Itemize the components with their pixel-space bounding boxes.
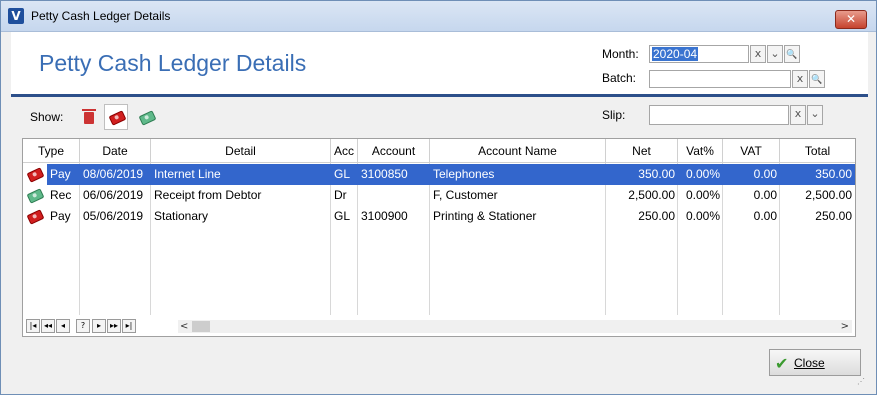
month-search-button[interactable]: 🔍 bbox=[784, 45, 800, 63]
total-cell: 2,500.00 bbox=[805, 188, 852, 202]
green-note-icon bbox=[23, 185, 47, 206]
account-cell: 3100850 bbox=[358, 164, 430, 185]
column-header-net[interactable]: Net bbox=[606, 139, 678, 163]
window-title: Petty Cash Ledger Details bbox=[31, 9, 171, 23]
batch-label: Batch: bbox=[602, 71, 637, 85]
batch-clear-button[interactable]: x bbox=[792, 70, 808, 88]
detail-cell: Receipt from Debtor bbox=[154, 188, 262, 202]
show-receipts-toggle[interactable] bbox=[134, 104, 158, 130]
dialog-window: V Petty Cash Ledger Details ✕ Petty Cash… bbox=[0, 0, 877, 395]
month-value: 2020-04 bbox=[652, 47, 699, 61]
app-logo-icon: V bbox=[8, 8, 24, 24]
detail-cell: Internet Line bbox=[151, 164, 331, 185]
column-header-vat-pct[interactable]: Vat% bbox=[678, 139, 723, 163]
account-cell: 3100900 bbox=[361, 209, 408, 223]
slip-input[interactable] bbox=[649, 105, 789, 125]
acc-cell: GL bbox=[331, 164, 358, 185]
column-header-acc[interactable]: Acc bbox=[331, 139, 358, 163]
slip-label: Slip: bbox=[602, 108, 626, 122]
month-dropdown-button[interactable]: ⌄ bbox=[767, 45, 783, 63]
column-header-type[interactable]: Type bbox=[23, 139, 80, 163]
next-record-button[interactable]: ▸ bbox=[92, 319, 106, 333]
month-input[interactable]: 2020-04 bbox=[649, 45, 749, 63]
account-name-cell: Printing & Stationer bbox=[433, 209, 537, 223]
account-name-cell: F, Customer bbox=[433, 188, 498, 202]
title-bar: V Petty Cash Ledger Details ✕ bbox=[1, 1, 876, 32]
window-close-button[interactable]: ✕ bbox=[835, 10, 867, 29]
slip-clear-button[interactable]: x bbox=[790, 105, 806, 125]
vat-cell: 0.00 bbox=[723, 164, 780, 185]
net-cell: 350.00 bbox=[606, 164, 678, 185]
red-note-icon bbox=[23, 164, 47, 185]
account-name-cell: Telephones bbox=[430, 164, 606, 185]
net-cell: 2,500.00 bbox=[628, 188, 675, 202]
type-cell: Pay bbox=[47, 164, 80, 185]
vat-cell: 0.00 bbox=[753, 209, 777, 223]
total-cell: 350.00 bbox=[780, 164, 855, 185]
help-button[interactable]: ? bbox=[76, 319, 90, 333]
scroll-right-arrow[interactable]: > bbox=[841, 320, 849, 333]
total-cell: 250.00 bbox=[815, 209, 852, 223]
receipt-note-icon bbox=[138, 110, 157, 126]
acc-cell: Dr bbox=[334, 188, 347, 202]
date-cell: 06/06/2019 bbox=[83, 188, 144, 202]
page-title: Petty Cash Ledger Details bbox=[39, 50, 307, 76]
column-header-date[interactable]: Date bbox=[80, 139, 151, 163]
table-row[interactable]: Rec 06/06/2019 Receipt from Debtor Dr F,… bbox=[23, 185, 855, 206]
show-label: Show: bbox=[30, 110, 64, 124]
scroll-thumb[interactable] bbox=[192, 321, 210, 332]
detail-cell: Stationary bbox=[154, 209, 209, 223]
vat-pct-cell: 0.00% bbox=[685, 188, 720, 202]
table-row[interactable]: Pay 08/06/2019 Internet Line GL 3100850 … bbox=[23, 164, 855, 185]
search-icon: 🔍 bbox=[811, 75, 823, 85]
date-cell: 05/06/2019 bbox=[83, 209, 144, 223]
red-note-icon bbox=[23, 206, 47, 227]
column-header-vat[interactable]: VAT bbox=[723, 139, 780, 163]
date-cell: 08/06/2019 bbox=[80, 164, 151, 185]
prev-page-button[interactable]: ◂◂ bbox=[41, 319, 55, 333]
vat-pct-cell: 0.00% bbox=[678, 164, 723, 185]
vat-cell: 0.00 bbox=[753, 188, 777, 202]
close-button[interactable]: ✔ Close bbox=[769, 349, 861, 376]
last-record-button[interactable]: ▸| bbox=[122, 319, 136, 333]
show-deleted-toggle[interactable] bbox=[76, 104, 100, 130]
column-header-total[interactable]: Total bbox=[780, 139, 855, 163]
acc-cell: GL bbox=[334, 209, 351, 223]
show-payments-toggle[interactable] bbox=[104, 104, 128, 130]
account-cell bbox=[358, 185, 430, 206]
header-divider bbox=[11, 94, 868, 97]
type-cell: Rec bbox=[50, 188, 72, 202]
next-page-button[interactable]: ▸▸ bbox=[107, 319, 121, 333]
month-label: Month: bbox=[602, 47, 639, 61]
resize-grip-icon[interactable]: ⋰ bbox=[857, 377, 869, 389]
horizontal-scrollbar[interactable]: < > bbox=[178, 320, 852, 333]
search-icon: 🔍 bbox=[786, 50, 798, 60]
trash-icon bbox=[82, 109, 96, 124]
table-row[interactable]: Pay 05/06/2019 Stationary GL 3100900 Pri… bbox=[23, 206, 855, 227]
vat-pct-cell: 0.00% bbox=[685, 209, 720, 223]
month-clear-button[interactable]: x bbox=[750, 45, 766, 63]
column-header-detail[interactable]: Detail bbox=[151, 139, 331, 163]
check-icon: ✔ bbox=[775, 354, 789, 373]
prev-record-button[interactable]: ◂ bbox=[56, 319, 70, 333]
batch-input[interactable] bbox=[649, 70, 791, 88]
payment-note-icon bbox=[108, 110, 127, 126]
column-header-account-name[interactable]: Account Name bbox=[430, 139, 606, 163]
close-button-label: Close bbox=[794, 356, 825, 370]
batch-search-button[interactable]: 🔍 bbox=[809, 70, 825, 88]
ledger-grid[interactable]: Type Date Detail Acc Account Account Nam… bbox=[22, 138, 856, 337]
slip-dropdown-button[interactable]: ⌄ bbox=[807, 105, 823, 125]
column-header-account[interactable]: Account bbox=[358, 139, 430, 163]
net-cell: 250.00 bbox=[638, 209, 675, 223]
type-cell: Pay bbox=[50, 209, 71, 223]
scroll-left-arrow[interactable]: < bbox=[180, 320, 188, 333]
first-record-button[interactable]: |◂ bbox=[26, 319, 40, 333]
